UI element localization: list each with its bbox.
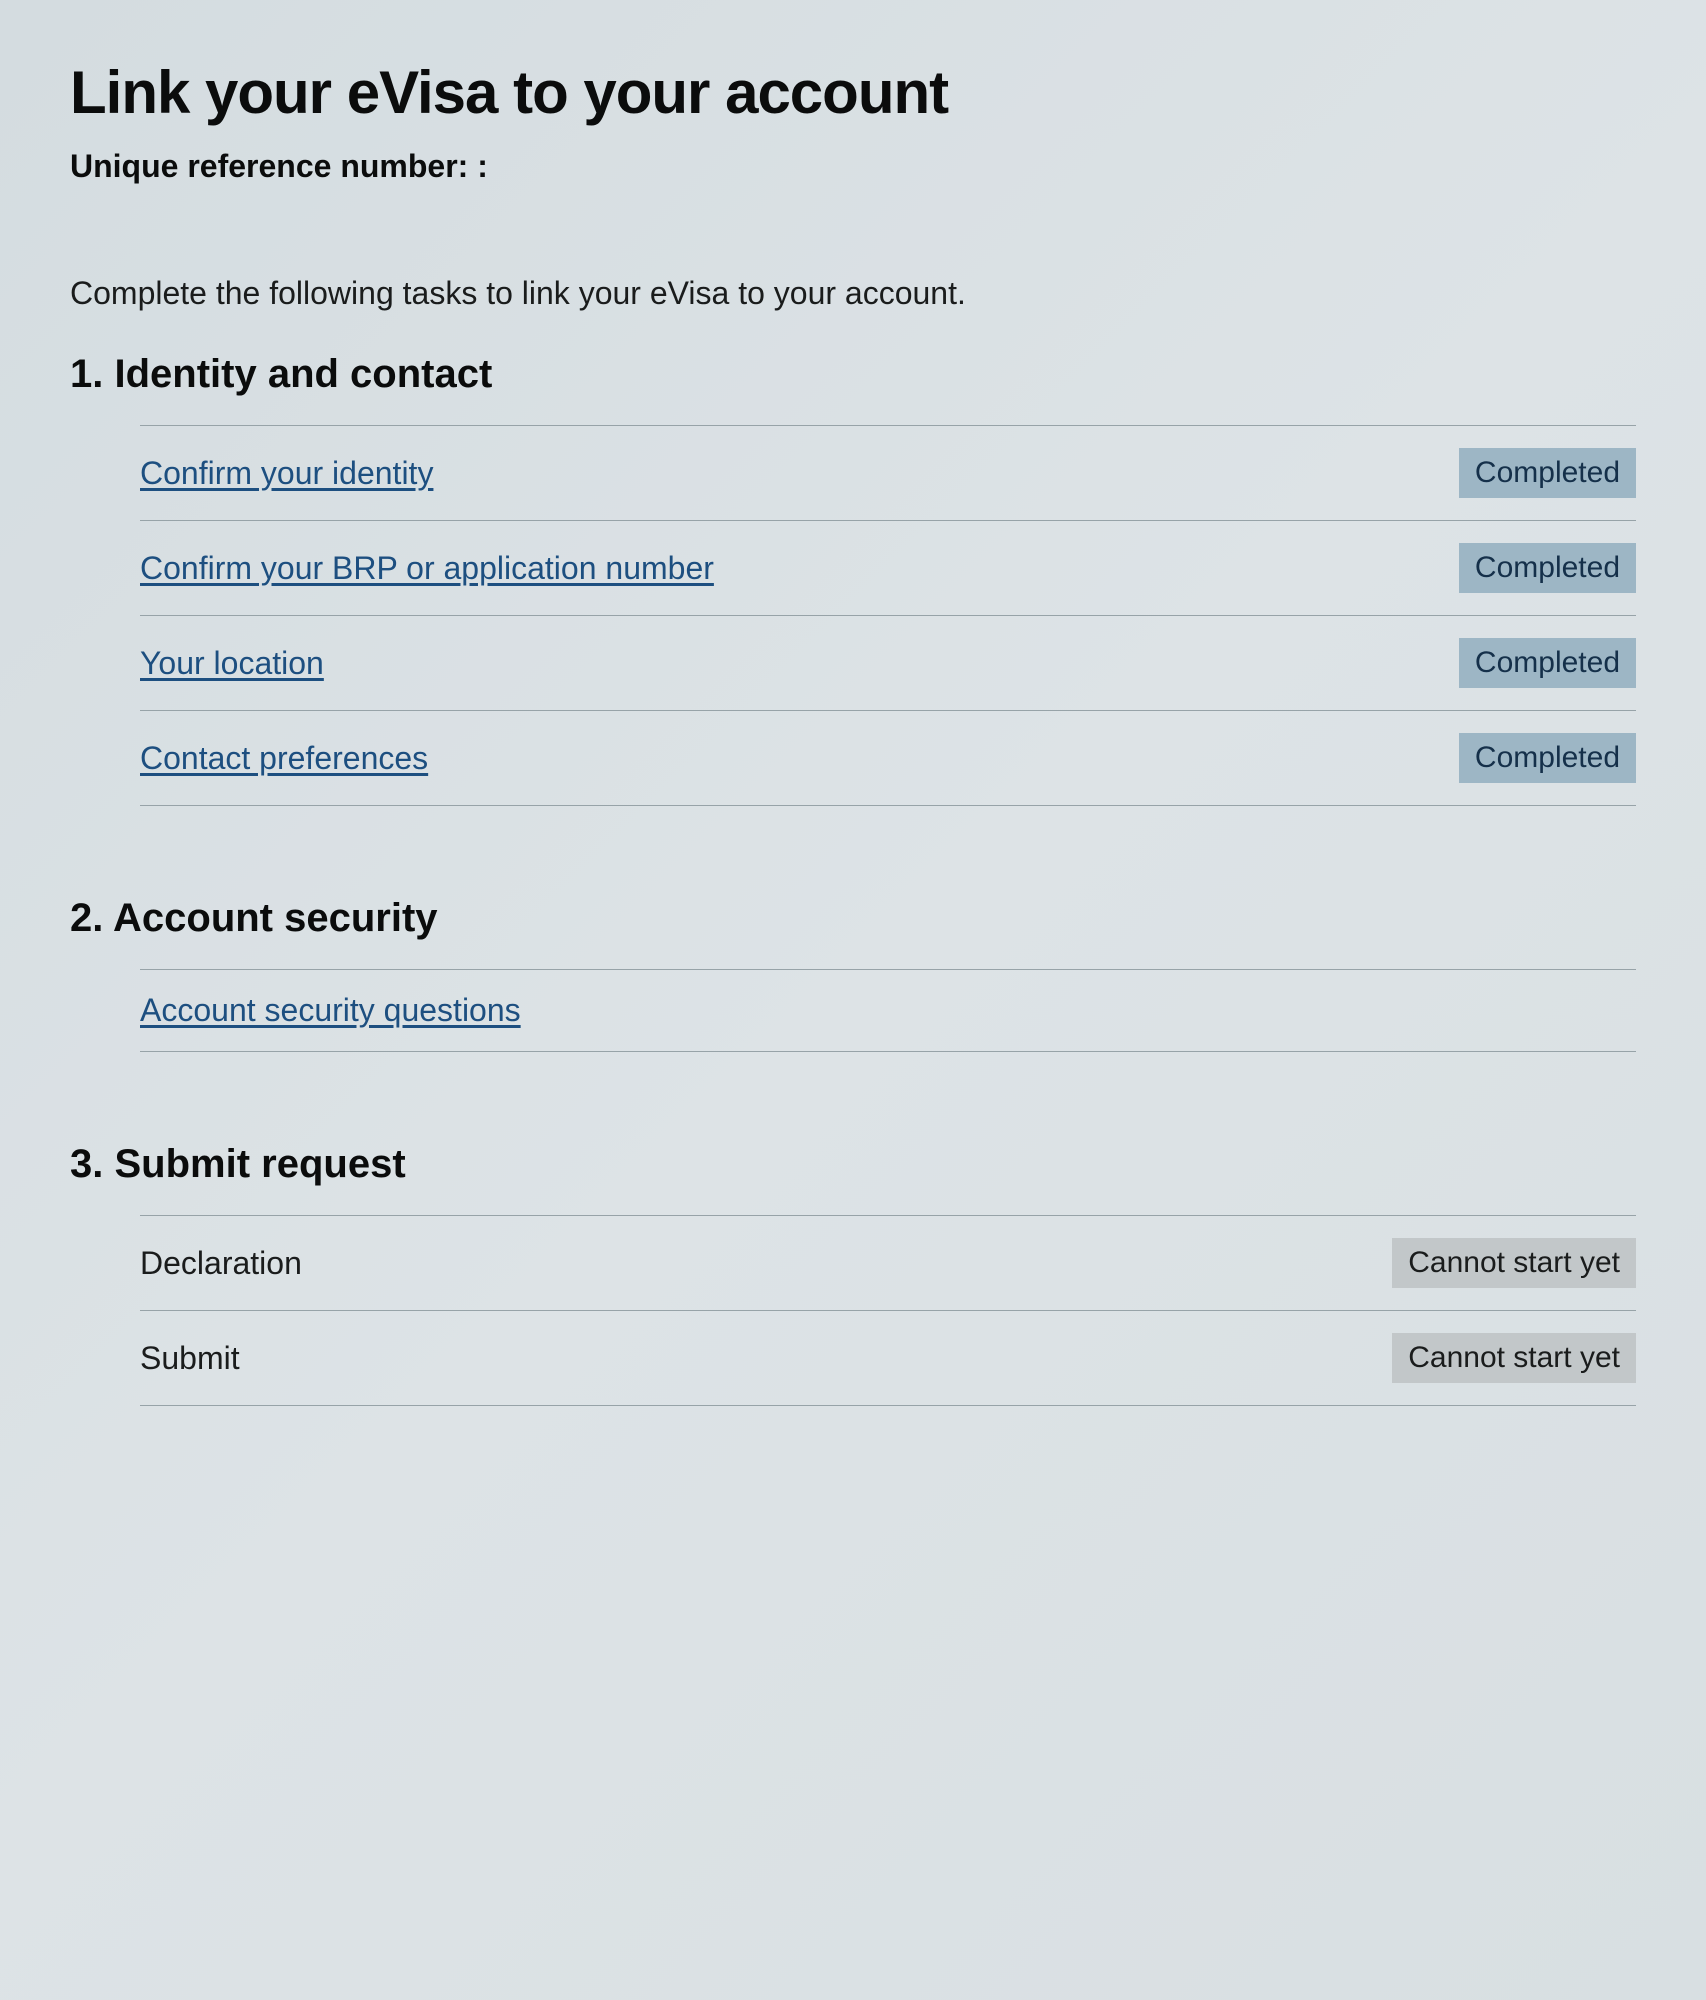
task-list-identity: Confirm your identity Completed Confirm … (140, 425, 1636, 806)
task-row: Confirm your identity Completed (140, 425, 1636, 521)
reference-number-label: Unique reference number: : (70, 148, 1636, 185)
task-label-submit: Submit (140, 1340, 240, 1377)
task-link-confirm-identity[interactable]: Confirm your identity (140, 455, 433, 492)
task-row: Contact preferences Completed (140, 711, 1636, 806)
task-list-submit: Declaration Cannot start yet Submit Cann… (140, 1215, 1636, 1406)
task-row: Declaration Cannot start yet (140, 1215, 1636, 1311)
section-submit: Submit request Declaration Cannot start … (70, 1142, 1636, 1406)
page-title: Link your eVisa to your account (70, 60, 1636, 126)
section-heading-security: Account security (70, 896, 1636, 941)
section-security: Account security Account security questi… (70, 896, 1636, 1052)
task-row: Submit Cannot start yet (140, 1311, 1636, 1406)
task-label-declaration: Declaration (140, 1245, 302, 1282)
status-badge: Completed (1459, 543, 1636, 593)
status-badge: Cannot start yet (1392, 1238, 1636, 1288)
status-badge: Completed (1459, 448, 1636, 498)
task-link-security-questions[interactable]: Account security questions (140, 992, 521, 1029)
task-link-contact-preferences[interactable]: Contact preferences (140, 740, 428, 777)
section-heading-submit: Submit request (70, 1142, 1636, 1187)
section-list: Identity and contact Confirm your identi… (70, 352, 1636, 1406)
task-link-your-location[interactable]: Your location (140, 645, 324, 682)
task-row: Confirm your BRP or application number C… (140, 521, 1636, 616)
task-row: Account security questions (140, 969, 1636, 1052)
section-heading-identity: Identity and contact (70, 352, 1636, 397)
intro-text: Complete the following tasks to link you… (70, 275, 1636, 312)
status-badge: Cannot start yet (1392, 1333, 1636, 1383)
status-badge: Completed (1459, 638, 1636, 688)
section-identity: Identity and contact Confirm your identi… (70, 352, 1636, 806)
status-badge: Completed (1459, 733, 1636, 783)
task-list-security: Account security questions (140, 969, 1636, 1052)
task-link-confirm-brp[interactable]: Confirm your BRP or application number (140, 550, 714, 587)
task-row: Your location Completed (140, 616, 1636, 711)
